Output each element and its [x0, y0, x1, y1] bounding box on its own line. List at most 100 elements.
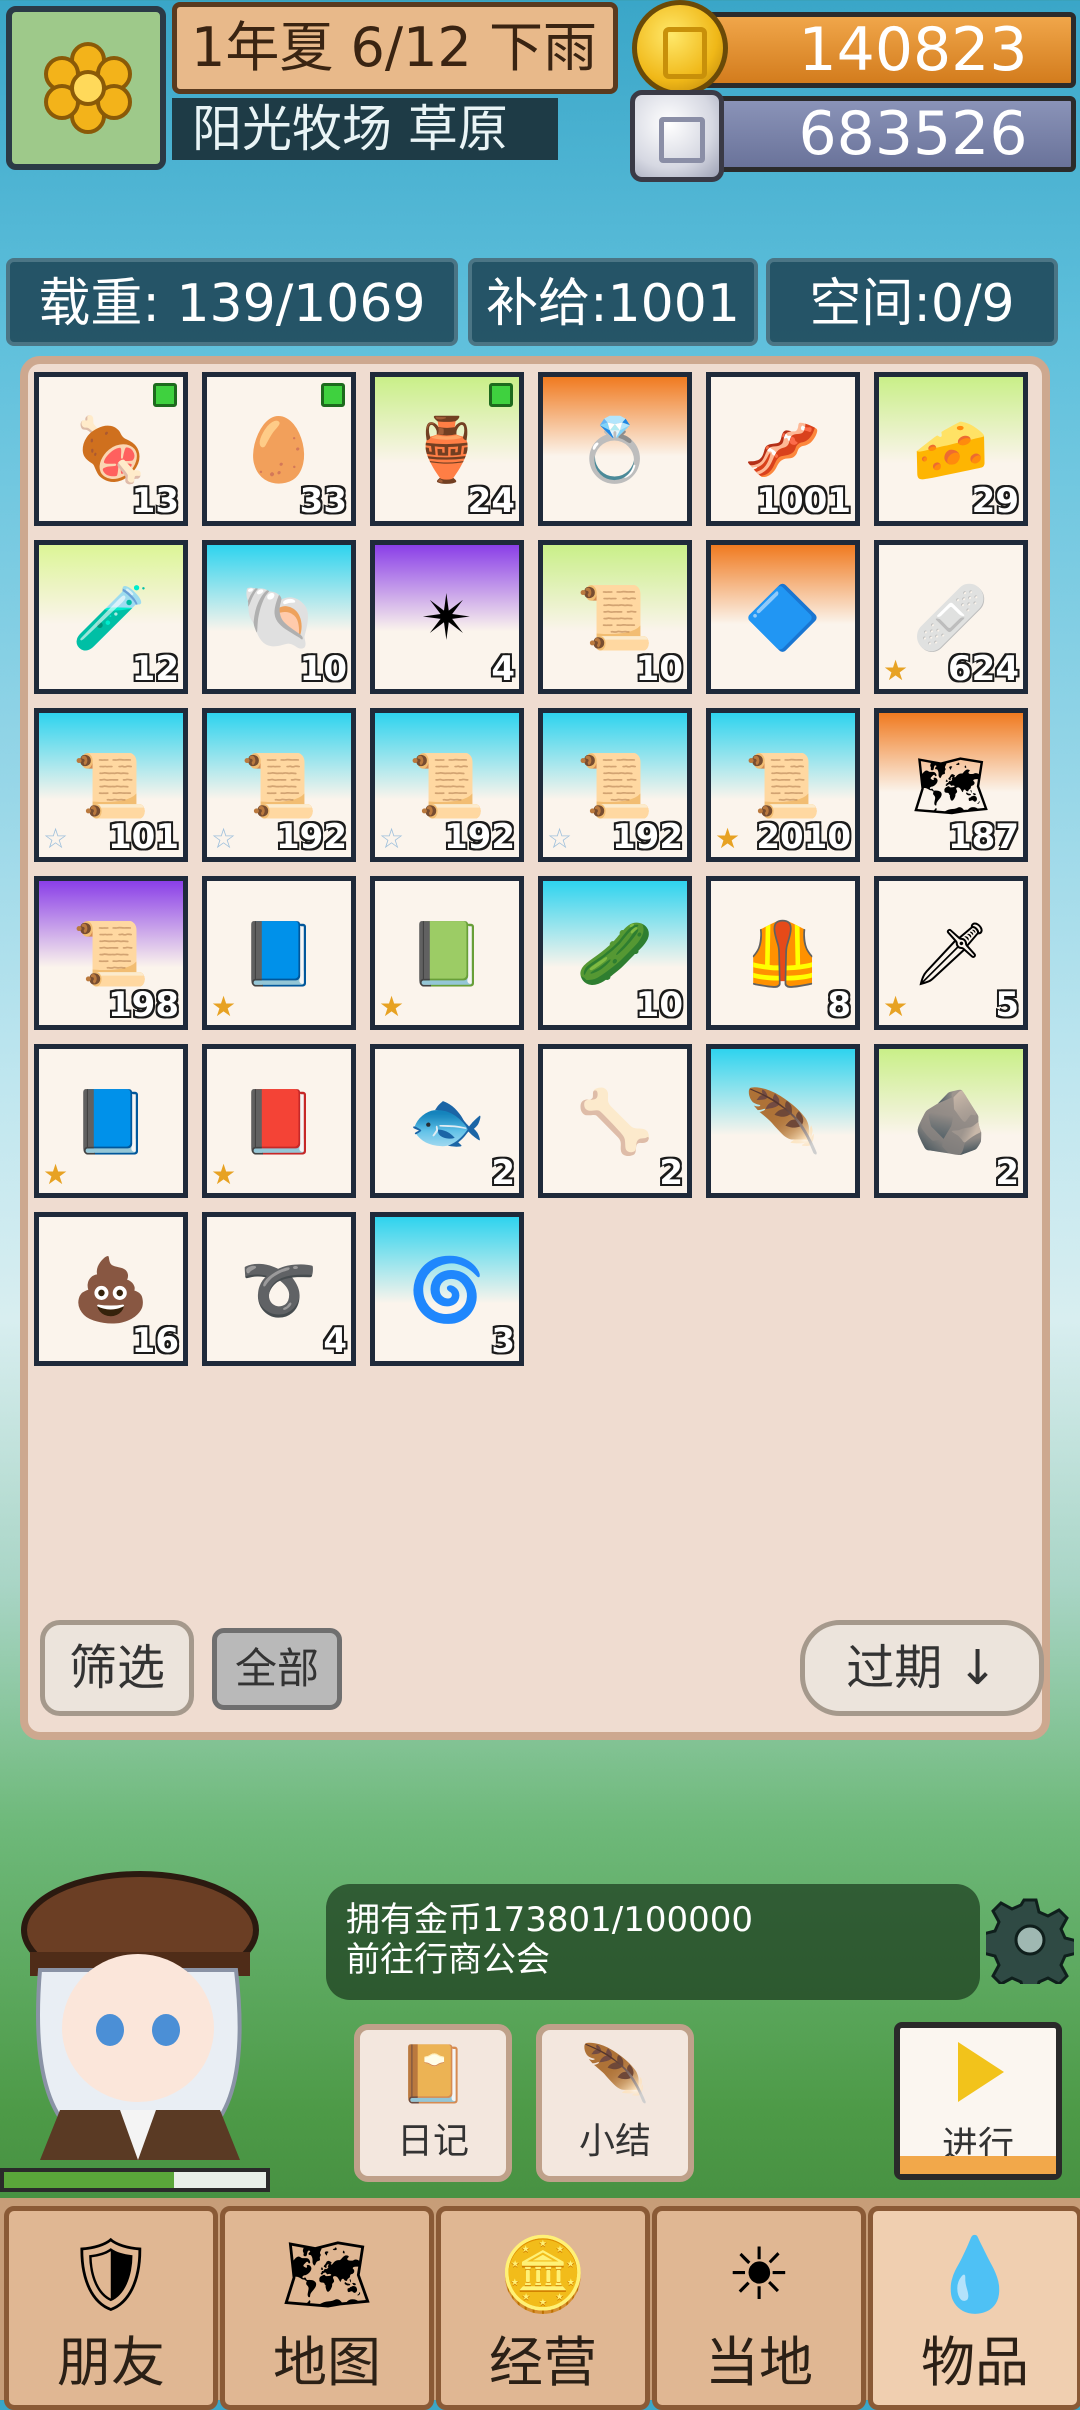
- sausage-icon: 🥓: [744, 413, 822, 486]
- summary-button[interactable]: 🪶 小结: [536, 2024, 694, 2182]
- inventory-slot[interactable]: 🥒 10: [538, 876, 692, 1030]
- inventory-slot[interactable]: 📜 ☆ 101: [34, 708, 188, 862]
- inventory-slot[interactable]: 🧀 29: [874, 372, 1028, 526]
- crystal-pendant-icon: 🔷: [744, 581, 822, 654]
- player-avatar[interactable]: [0, 1860, 270, 2160]
- inventory-slot[interactable]: 🐟 2: [370, 1044, 524, 1198]
- scroll-wind-icon: 📜: [744, 749, 822, 822]
- inventory-slot[interactable]: 📕 ★: [202, 1044, 356, 1198]
- item-quantity: 101: [108, 817, 179, 857]
- quill-pen-icon: 🪶: [580, 2042, 650, 2107]
- rarity-star-icon: ★: [43, 1158, 69, 1191]
- rarity-star-icon: ★: [883, 990, 909, 1023]
- scroll-green-icon: 📜: [408, 749, 486, 822]
- item-quantity: 4: [491, 649, 515, 689]
- inventory-slot[interactable]: 🌀 3: [370, 1212, 524, 1366]
- nav-tab-label: 朋友: [57, 2331, 165, 2394]
- inventory-slot[interactable]: 🐚 10: [202, 540, 356, 694]
- dagger-icon: 🗡: [911, 917, 991, 990]
- inventory-slot[interactable]: 🥓 1001: [706, 372, 860, 526]
- inventory-slot[interactable]: 🔷: [706, 540, 860, 694]
- rarity-star-icon: ☆: [43, 822, 69, 855]
- nav-tab-map[interactable]: 🗺 地图: [220, 2206, 434, 2410]
- nav-tab-item-bag[interactable]: 💧 物品: [868, 2206, 1080, 2410]
- item-quantity: 10: [635, 985, 683, 1025]
- map-icon: 🗺: [281, 2232, 373, 2316]
- new-item-badge: [153, 383, 177, 407]
- inventory-slot[interactable]: 📜 10: [538, 540, 692, 694]
- inventory-slot[interactable]: 🗡 ★ 5: [874, 876, 1028, 1030]
- blue-fish-icon: 🐟: [408, 1085, 486, 1158]
- inventory-grid: 🍖 13 🥚 33 🏺 24 💍 🥓 1001 🧀 29 🧪 12 🐚 10 ✴ 4 📜 10 🔷 🩹 ★ 624 📜 ☆ 101…: [34, 372, 1040, 1382]
- rarity-star-icon: ☆: [211, 822, 237, 855]
- scroll-black-icon: 📜: [72, 749, 150, 822]
- coiled-whip-icon: 🌀: [408, 1253, 486, 1326]
- clay-pot-icon: 🏺: [408, 413, 486, 486]
- egg-icon: 🥚: [240, 413, 318, 486]
- inventory-slot[interactable]: 📜 ☆ 192: [370, 708, 524, 862]
- inventory-slot[interactable]: 🦴 2: [538, 1044, 692, 1198]
- scroll-fire-icon: 📜: [576, 749, 654, 822]
- new-item-badge: [489, 383, 513, 407]
- nav-tab-label: 经营: [489, 2331, 597, 2394]
- hp-bar-fill: [4, 2172, 174, 2188]
- nav-tab-shield[interactable]: 🛡 朋友: [4, 2206, 218, 2410]
- proceed-progress-bar: [900, 2156, 1056, 2174]
- inventory-slot[interactable]: 🧪 12: [34, 540, 188, 694]
- item-quantity: 192: [444, 817, 515, 857]
- sort-expiry-button[interactable]: 过期 ↓: [800, 1620, 1044, 1716]
- nav-tab-sun[interactable]: ☀ 当地: [652, 2206, 866, 2410]
- inventory-slot[interactable]: 📜 198: [34, 876, 188, 1030]
- rune-stone-icon: 🪨: [912, 1085, 990, 1158]
- golden-map-icon: 🗺: [911, 749, 991, 822]
- inventory-slot[interactable]: 💍: [538, 372, 692, 526]
- inventory-slot[interactable]: 📜 ☆ 192: [538, 708, 692, 862]
- rarity-star-icon: ★: [715, 822, 741, 855]
- proceed-button[interactable]: 进行: [894, 2022, 1062, 2180]
- item-quantity: 1001: [756, 481, 851, 521]
- rarity-star-icon: ★: [379, 990, 405, 1023]
- bone-icon: 🦴: [576, 1085, 654, 1158]
- inventory-slot[interactable]: 📘 ★: [34, 1044, 188, 1198]
- compass-star-icon: ✴: [421, 581, 473, 654]
- nav-tab-coin-stack[interactable]: 🪙 经营: [436, 2206, 650, 2410]
- season-flower-icon[interactable]: [6, 6, 166, 170]
- cheese-icon: 🧀: [912, 413, 990, 486]
- item-quantity: 2: [491, 1153, 515, 1193]
- shell-icon: 🐚: [240, 581, 318, 654]
- inventory-slot[interactable]: 📘 ★: [202, 876, 356, 1030]
- inventory-slot[interactable]: 💩 16: [34, 1212, 188, 1366]
- coin-stack-icon: 🪙: [498, 2232, 588, 2316]
- inventory-slot[interactable]: 🩹 ★ 624: [874, 540, 1028, 694]
- inventory-slot[interactable]: 📜 ☆ 192: [202, 708, 356, 862]
- inventory-slot[interactable]: ✴ 4: [370, 540, 524, 694]
- inventory-slot[interactable]: 🗺 187: [874, 708, 1028, 862]
- inventory-slot[interactable]: ➰ 4: [202, 1212, 356, 1366]
- inventory-slot[interactable]: 🦺 8: [706, 876, 860, 1030]
- quest-message: 拥有金币173801/100000 前往行商公会: [326, 1884, 980, 2000]
- filter-button[interactable]: 筛选: [40, 1620, 194, 1716]
- inventory-slot[interactable]: 🥚 33: [202, 372, 356, 526]
- inventory-slot[interactable]: 📗 ★: [370, 876, 524, 1030]
- gold-amount: 140823: [690, 12, 1076, 88]
- skull-book-icon: 📕: [240, 1085, 318, 1158]
- supply-stat: 补给:1001: [468, 258, 758, 346]
- item-quantity: 192: [612, 817, 683, 857]
- gear-icon[interactable]: [981, 1896, 1079, 1996]
- inventory-slot[interactable]: 🏺 24: [370, 372, 524, 526]
- all-category-button[interactable]: 全部: [212, 1628, 342, 1710]
- inventory-slot[interactable]: 🪶: [706, 1044, 860, 1198]
- item-quantity: 198: [108, 985, 179, 1025]
- gold-coin-icon: [632, 0, 728, 96]
- diary-button[interactable]: 📔 日记: [354, 2024, 512, 2182]
- shield-icon: 🛡: [65, 2232, 157, 2316]
- blue-book-icon: 📘: [240, 917, 318, 990]
- inventory-slot[interactable]: 🍖 13: [34, 372, 188, 526]
- space-stat: 空间:0/9: [766, 258, 1058, 346]
- item-quantity: 624: [948, 649, 1019, 689]
- item-quantity: 33: [299, 481, 347, 521]
- feather-icon: 🪶: [744, 1085, 822, 1158]
- inventory-slot[interactable]: 📜 ★ 2010: [706, 708, 860, 862]
- item-quantity: 8: [827, 985, 851, 1025]
- inventory-slot[interactable]: 🪨 2: [874, 1044, 1028, 1198]
